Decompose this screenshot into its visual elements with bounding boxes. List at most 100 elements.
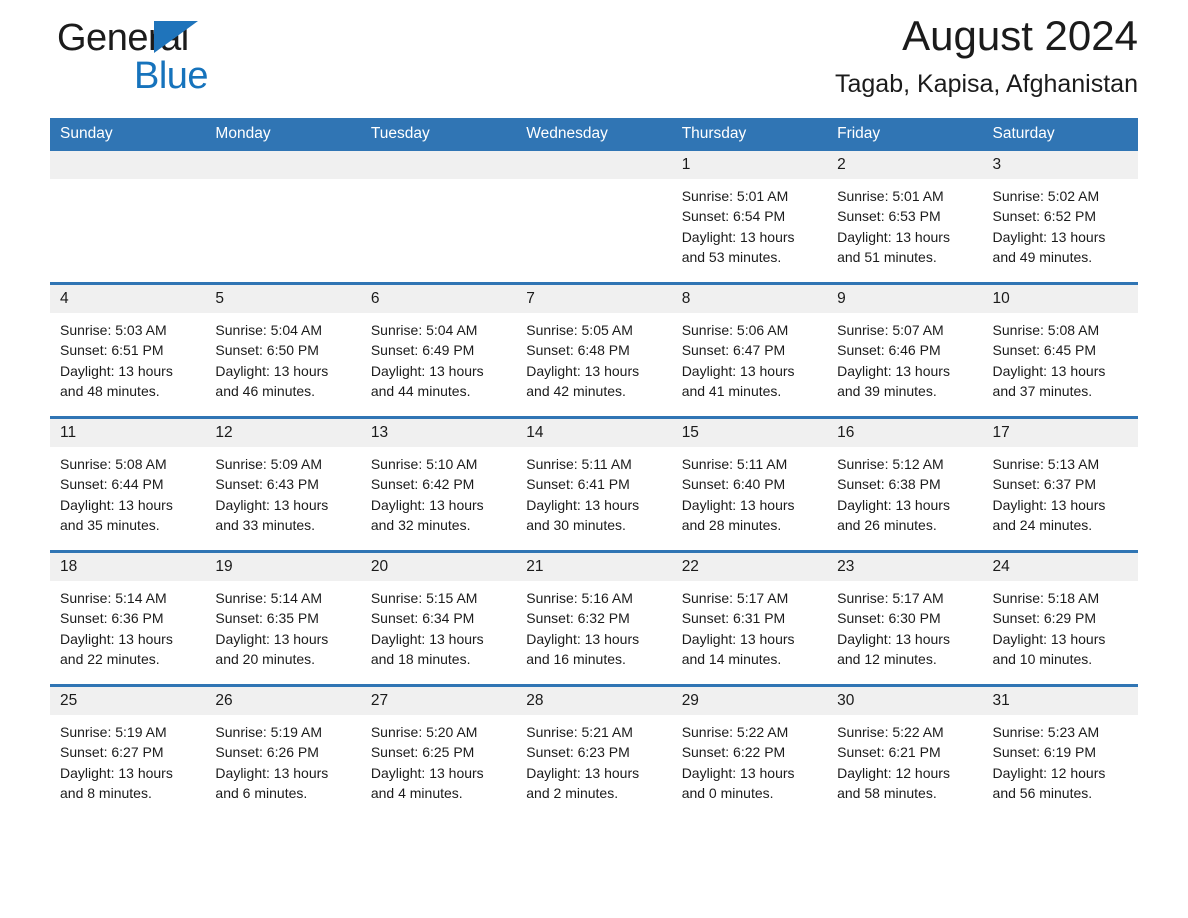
calendar-day-cell[interactable] bbox=[205, 151, 361, 284]
day-number: 13 bbox=[360, 419, 517, 447]
calendar-day-cell[interactable]: 18 Sunrise: 5:14 AM Sunset: 6:36 PM Dayl… bbox=[50, 550, 206, 686]
calendar-day-cell[interactable] bbox=[50, 151, 206, 284]
sunset-text: Sunset: 6:29 PM bbox=[992, 610, 1097, 627]
calendar-day-cell[interactable] bbox=[360, 151, 517, 284]
day-number: 27 bbox=[360, 687, 517, 715]
day-details: Sunrise: 5:13 AM Sunset: 6:37 PM Dayligh… bbox=[983, 447, 1138, 535]
daylight-text: Daylight: 13 hours and 20 minutes. bbox=[215, 630, 329, 667]
daylight-text: Daylight: 13 hours and 28 minutes. bbox=[681, 496, 795, 533]
calendar-day-cell[interactable]: 29 Sunrise: 5:22 AM Sunset: 6:22 PM Dayl… bbox=[671, 684, 828, 818]
sunrise-text: Sunrise: 5:15 AM bbox=[370, 590, 478, 606]
calendar-day-cell[interactable]: 30 Sunrise: 5:22 AM Sunset: 6:21 PM Dayl… bbox=[827, 684, 983, 818]
calendar-day-cell[interactable]: 1 Sunrise: 5:01 AM Sunset: 6:54 PM Dayli… bbox=[671, 151, 828, 284]
day-details: Sunrise: 5:23 AM Sunset: 6:19 PM Dayligh… bbox=[983, 715, 1138, 803]
calendar-day-cell[interactable]: 13 Sunrise: 5:10 AM Sunset: 6:42 PM Dayl… bbox=[360, 416, 517, 552]
calendar-day-cell[interactable]: 21 Sunrise: 5:16 AM Sunset: 6:32 PM Dayl… bbox=[516, 550, 672, 686]
calendar-day-cell[interactable]: 6 Sunrise: 5:04 AM Sunset: 6:49 PM Dayli… bbox=[360, 282, 517, 418]
calendar-day-cell[interactable]: 27 Sunrise: 5:20 AM Sunset: 6:25 PM Dayl… bbox=[360, 684, 517, 818]
sunset-text: Sunset: 6:48 PM bbox=[526, 342, 630, 359]
daylight-text: Daylight: 13 hours and 0 minutes. bbox=[681, 764, 795, 801]
daylight-text: Daylight: 13 hours and 14 minutes. bbox=[681, 630, 795, 667]
weekday-header-saturday: Saturday bbox=[982, 118, 1138, 151]
calendar-day-cell[interactable]: 20 Sunrise: 5:15 AM Sunset: 6:34 PM Dayl… bbox=[360, 550, 517, 686]
calendar-day-cell[interactable]: 24 Sunrise: 5:18 AM Sunset: 6:29 PM Dayl… bbox=[982, 550, 1138, 686]
sunrise-text: Sunrise: 5:11 AM bbox=[681, 456, 788, 472]
sunrise-text: Sunrise: 5:13 AM bbox=[992, 456, 1100, 472]
weekday-header-friday: Friday bbox=[827, 118, 983, 151]
day-number: 9 bbox=[827, 285, 983, 313]
calendar-day-cell[interactable]: 19 Sunrise: 5:14 AM Sunset: 6:35 PM Dayl… bbox=[205, 550, 361, 686]
sunrise-text: Sunrise: 5:09 AM bbox=[215, 456, 323, 472]
day-number: 8 bbox=[671, 285, 828, 313]
calendar-day-cell[interactable]: 11 Sunrise: 5:08 AM Sunset: 6:44 PM Dayl… bbox=[50, 416, 206, 552]
calendar-day-cell[interactable]: 23 Sunrise: 5:17 AM Sunset: 6:30 PM Dayl… bbox=[827, 550, 983, 686]
day-details bbox=[50, 179, 205, 186]
daylight-text: Daylight: 13 hours and 39 minutes. bbox=[837, 362, 950, 399]
day-number bbox=[50, 151, 206, 179]
day-number: 18 bbox=[50, 553, 206, 581]
calendar-day-cell[interactable]: 5 Sunrise: 5:04 AM Sunset: 6:50 PM Dayli… bbox=[205, 282, 361, 418]
sunset-text: Sunset: 6:32 PM bbox=[526, 610, 630, 627]
calendar-day-cell[interactable]: 3 Sunrise: 5:02 AM Sunset: 6:52 PM Dayli… bbox=[982, 151, 1138, 284]
day-number: 28 bbox=[516, 687, 672, 715]
calendar-day-cell[interactable]: 14 Sunrise: 5:11 AM Sunset: 6:41 PM Dayl… bbox=[516, 416, 672, 552]
calendar-day-cell[interactable]: 25 Sunrise: 5:19 AM Sunset: 6:27 PM Dayl… bbox=[50, 684, 206, 818]
calendar-day-cell[interactable]: 31 Sunrise: 5:23 AM Sunset: 6:19 PM Dayl… bbox=[982, 684, 1138, 818]
day-details: Sunrise: 5:06 AM Sunset: 6:47 PM Dayligh… bbox=[672, 313, 827, 401]
day-details: Sunrise: 5:07 AM Sunset: 6:46 PM Dayligh… bbox=[827, 313, 982, 401]
day-details: Sunrise: 5:01 AM Sunset: 6:53 PM Dayligh… bbox=[827, 179, 982, 267]
sunrise-text: Sunrise: 5:04 AM bbox=[215, 322, 323, 338]
calendar-day-cell[interactable]: 2 Sunrise: 5:01 AM Sunset: 6:53 PM Dayli… bbox=[827, 151, 983, 284]
day-details: Sunrise: 5:18 AM Sunset: 6:29 PM Dayligh… bbox=[983, 581, 1138, 669]
daylight-text: Daylight: 13 hours and 41 minutes. bbox=[681, 362, 795, 399]
daylight-text: Daylight: 13 hours and 32 minutes. bbox=[370, 496, 484, 533]
sunrise-text: Sunrise: 5:04 AM bbox=[370, 322, 478, 338]
sunset-text: Sunset: 6:51 PM bbox=[60, 342, 164, 359]
sunset-text: Sunset: 6:23 PM bbox=[526, 744, 630, 761]
page-header: General Blue August 2024 Tagab, Kapisa, … bbox=[50, 0, 1138, 118]
calendar-day-cell[interactable]: 26 Sunrise: 5:19 AM Sunset: 6:26 PM Dayl… bbox=[205, 684, 361, 818]
day-details: Sunrise: 5:04 AM Sunset: 6:50 PM Dayligh… bbox=[205, 313, 360, 401]
calendar-day-cell[interactable]: 4 Sunrise: 5:03 AM Sunset: 6:51 PM Dayli… bbox=[50, 282, 206, 418]
calendar-day-cell[interactable]: 10 Sunrise: 5:08 AM Sunset: 6:45 PM Dayl… bbox=[982, 282, 1138, 418]
day-details: Sunrise: 5:19 AM Sunset: 6:26 PM Dayligh… bbox=[205, 715, 360, 803]
day-number: 29 bbox=[671, 687, 828, 715]
day-number: 22 bbox=[671, 553, 828, 581]
calendar-week-row: 18 Sunrise: 5:14 AM Sunset: 6:36 PM Dayl… bbox=[50, 550, 1138, 686]
day-number: 4 bbox=[50, 285, 206, 313]
day-details: Sunrise: 5:09 AM Sunset: 6:43 PM Dayligh… bbox=[205, 447, 360, 535]
day-number: 31 bbox=[982, 687, 1138, 715]
calendar-day-cell[interactable]: 28 Sunrise: 5:21 AM Sunset: 6:23 PM Dayl… bbox=[516, 684, 672, 818]
calendar-day-cell[interactable]: 15 Sunrise: 5:11 AM Sunset: 6:40 PM Dayl… bbox=[671, 416, 828, 552]
page-title: August 2024 bbox=[902, 12, 1138, 59]
daylight-text: Daylight: 13 hours and 12 minutes. bbox=[837, 630, 950, 667]
day-details: Sunrise: 5:17 AM Sunset: 6:30 PM Dayligh… bbox=[827, 581, 982, 669]
day-details: Sunrise: 5:05 AM Sunset: 6:48 PM Dayligh… bbox=[516, 313, 671, 401]
calendar-day-cell[interactable]: 22 Sunrise: 5:17 AM Sunset: 6:31 PM Dayl… bbox=[671, 550, 828, 686]
calendar-day-cell[interactable]: 7 Sunrise: 5:05 AM Sunset: 6:48 PM Dayli… bbox=[516, 282, 672, 418]
day-number: 1 bbox=[671, 151, 828, 179]
sunset-text: Sunset: 6:53 PM bbox=[837, 208, 941, 225]
calendar-day-cell[interactable]: 17 Sunrise: 5:13 AM Sunset: 6:37 PM Dayl… bbox=[982, 416, 1138, 552]
daylight-text: Daylight: 13 hours and 51 minutes. bbox=[837, 228, 950, 265]
calendar-day-cell[interactable]: 12 Sunrise: 5:09 AM Sunset: 6:43 PM Dayl… bbox=[205, 416, 361, 552]
calendar-day-cell[interactable]: 9 Sunrise: 5:07 AM Sunset: 6:46 PM Dayli… bbox=[827, 282, 983, 418]
sunrise-text: Sunrise: 5:20 AM bbox=[370, 724, 478, 740]
calendar-day-cell[interactable] bbox=[516, 151, 672, 284]
day-number bbox=[360, 151, 517, 179]
day-details: Sunrise: 5:03 AM Sunset: 6:51 PM Dayligh… bbox=[50, 313, 205, 401]
weekday-header-sunday: Sunday bbox=[50, 118, 206, 151]
day-details: Sunrise: 5:04 AM Sunset: 6:49 PM Dayligh… bbox=[361, 313, 516, 401]
calendar-day-cell[interactable]: 16 Sunrise: 5:12 AM Sunset: 6:38 PM Dayl… bbox=[827, 416, 983, 552]
day-details: Sunrise: 5:17 AM Sunset: 6:31 PM Dayligh… bbox=[672, 581, 827, 669]
sunset-text: Sunset: 6:37 PM bbox=[992, 476, 1097, 493]
day-details: Sunrise: 5:14 AM Sunset: 6:36 PM Dayligh… bbox=[50, 581, 205, 669]
daylight-text: Daylight: 13 hours and 6 minutes. bbox=[215, 764, 329, 801]
sunrise-text: Sunrise: 5:05 AM bbox=[526, 322, 633, 338]
calendar-day-cell[interactable]: 8 Sunrise: 5:06 AM Sunset: 6:47 PM Dayli… bbox=[671, 282, 828, 418]
sunrise-text: Sunrise: 5:16 AM bbox=[526, 590, 633, 606]
day-details: Sunrise: 5:14 AM Sunset: 6:35 PM Dayligh… bbox=[205, 581, 360, 669]
sunrise-text: Sunrise: 5:11 AM bbox=[526, 456, 632, 472]
day-details: Sunrise: 5:12 AM Sunset: 6:38 PM Dayligh… bbox=[827, 447, 982, 535]
day-details: Sunrise: 5:01 AM Sunset: 6:54 PM Dayligh… bbox=[672, 179, 827, 267]
